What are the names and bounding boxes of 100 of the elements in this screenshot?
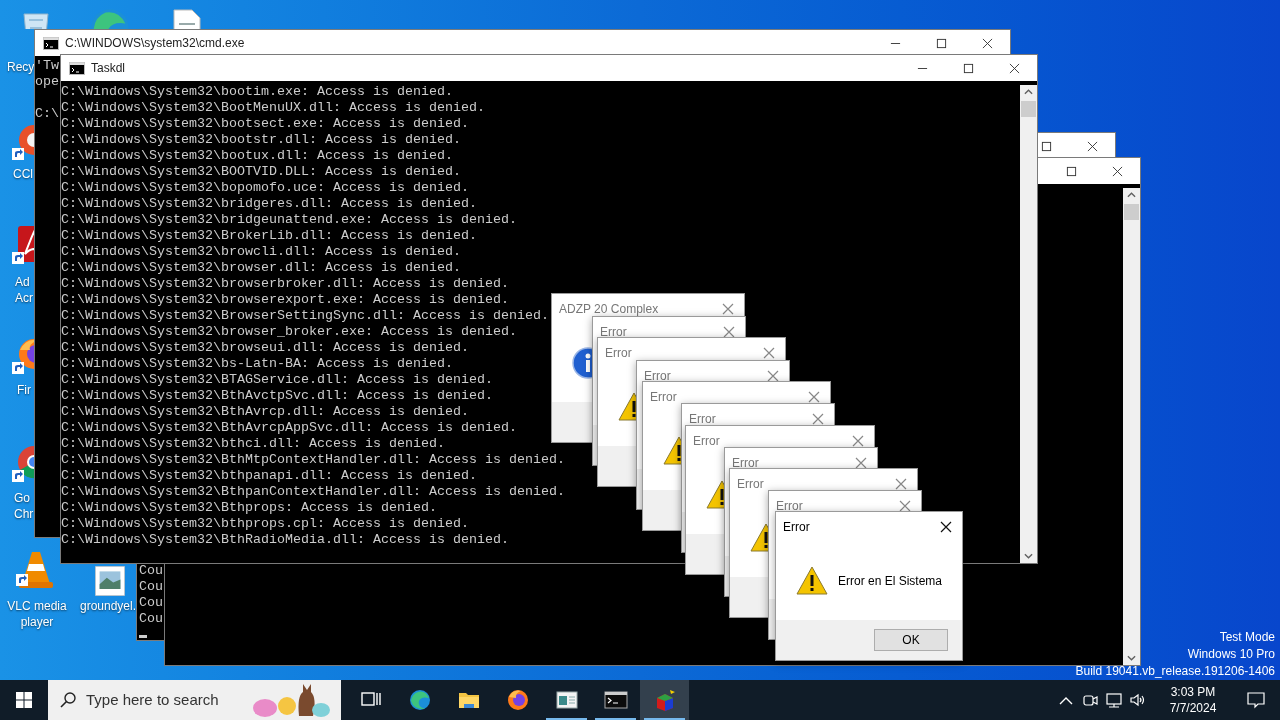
network-icon[interactable] (1104, 690, 1124, 710)
console-line: C:\Windows\System32\browseui.dll: Access is denied. (61, 340, 470, 356)
console-icon (69, 61, 85, 75)
console-line: C:\Windows\System32\browser_broker.exe: Access is denied. (61, 324, 518, 340)
icon-label: Ad (15, 274, 30, 290)
dialog-title: Error (737, 476, 764, 493)
search-placeholder: Type here to search (86, 689, 219, 710)
console-line: C:\Windows\System32\bthprops.cpl: Access is denied. (61, 516, 470, 532)
console-icon (603, 688, 628, 712)
window-title: C:\WINDOWS\system32\cmd.exe (65, 35, 245, 52)
console-line: C:\Windows\System32\bootsect.exe: Access is denied. (61, 116, 470, 132)
dialog-title: Error (650, 389, 677, 406)
console-prompt: C:\ (35, 106, 59, 122)
console-line: C:\Windows\System32\bridgeres.dll: Access is denied. (61, 196, 478, 212)
notifications-icon[interactable] (1246, 690, 1266, 710)
windows-start-icon[interactable] (16, 692, 32, 708)
console-line: C:\Windows\System32\bopomofo.uce: Access is denied. (61, 180, 470, 196)
console-line: C:\Windows\System32\BthMtpContextHandler.dll: Access is denied. (61, 452, 565, 468)
maximize-icon[interactable] (1040, 140, 1052, 152)
warning-icon (750, 522, 769, 554)
watermark-text: Build 19041.vb_release.191206-1406 (1075, 663, 1275, 680)
watermark-text: Test Mode (1219, 629, 1275, 646)
scroll-up-icon[interactable] (1127, 192, 1136, 198)
icon-label: Acr (15, 290, 33, 306)
console-line: C:\Windows\System32\browser.dll: Access is denied. (61, 260, 462, 276)
console-line: 'Tw (35, 58, 59, 74)
console-line: ope (35, 74, 59, 90)
search-icon (60, 692, 76, 708)
close-icon[interactable] (1008, 62, 1020, 74)
close-icon[interactable] (1086, 140, 1098, 152)
console-line: C:\Windows\System32\bthpanapi.dll: Access is denied. (61, 468, 478, 484)
icon-label: player (20, 614, 54, 630)
console-line: Cou (139, 579, 163, 595)
dialog-title: Error (732, 455, 759, 472)
console-line: C:\Windows\System32\BrowserSettingSync.dll: Access is denied. (61, 308, 550, 324)
dialog-title: Error (605, 345, 632, 362)
console-line: C:\Windows\System32\BOOTVID.DLL: Access is denied. (61, 164, 462, 180)
edge-icon (407, 688, 432, 712)
warning-icon (796, 565, 828, 597)
console-line: C:\Windows\System32\BthAvrcp.dll: Access is denied. (61, 404, 470, 420)
window-title: Taskdl (91, 60, 125, 77)
search-field[interactable]: Type here to search (48, 680, 341, 720)
maximize-icon[interactable] (1065, 165, 1077, 177)
scroll-thumb[interactable] (1124, 204, 1139, 220)
icon-label: Go (14, 490, 30, 506)
icon-label: Recy (7, 59, 35, 75)
dialog-message: Error en El Sistema (838, 573, 943, 590)
dialog-title: ADZP 20 Complex (559, 301, 659, 318)
console-line: C:\Windows\System32\bthci.dll: Access is denied. (61, 436, 446, 452)
firefox-icon (505, 688, 530, 712)
console-line: C:\Windows\System32\BootMenuUX.dll: Access is denied. (61, 100, 486, 116)
console-line: C:\Windows\System32\BthRadioMedia.dll: Access is denied. (61, 532, 510, 548)
console-line: C:\Windows\System32\BthAvrcpAppSvc.dll: Access is denied. (61, 420, 518, 436)
scroll-up-icon[interactable] (1024, 89, 1033, 95)
scrollbar[interactable] (1123, 188, 1140, 665)
icon-label: VLC media (7, 598, 67, 614)
watermark-text: Windows 10 Pro (1187, 646, 1275, 663)
icon-label: Chr (14, 506, 34, 522)
scroll-down-icon[interactable] (1127, 655, 1136, 661)
console-line: C:\Windows\System32\BthpanContextHandler.dll: Access is denied. (61, 484, 565, 500)
console-line: C:\Windows\System32\bootux.dll: Access is denied. (61, 148, 454, 164)
console-icon (43, 36, 59, 50)
icon-label: groundyel. (80, 598, 137, 614)
console-line: Cou (139, 595, 163, 611)
text-cursor (139, 635, 147, 638)
console-line: C:\Windows\System32\BrokerLib.dll: Access is denied. (61, 228, 478, 244)
scroll-thumb[interactable] (1021, 101, 1036, 117)
console-line: Cou (139, 563, 163, 579)
console-line: C:\Windows\System32\browserbroker.dll: Access is denied. (61, 276, 510, 292)
clock[interactable]: 3:03 PM 7/7/2024 (1154, 680, 1232, 720)
console-line: C:\Windows\System32\BTAGService.dll: Access is denied. (61, 372, 494, 388)
window-icon (554, 688, 579, 712)
maximize-icon[interactable] (962, 62, 974, 74)
dialog-title: Error (644, 368, 671, 385)
close-icon[interactable] (940, 521, 952, 533)
dialog-title: Error (600, 324, 627, 341)
icon-label: Fir (17, 382, 31, 398)
console-line: C:\Windows\System32\browserexport.exe: Access is denied. (61, 292, 510, 308)
console-line: C:\Windows\System32\browcli.dll: Access is denied. (61, 244, 462, 260)
scroll-down-icon[interactable] (1024, 553, 1033, 559)
scrollbar[interactable] (1020, 85, 1037, 563)
console-line: C:\Windows\System32\BthAvctpSvc.dll: Access is denied. (61, 388, 494, 404)
close-icon[interactable] (981, 37, 993, 49)
console-line: C:\Windows\System32\bs-Latn-BA: Access is denied. (61, 356, 454, 372)
icon-label: CCl (13, 166, 33, 182)
warning-icon (706, 479, 725, 511)
console-line: C:\Windows\System32\bootim.exe: Access is denied. (61, 84, 454, 100)
image-file-icon[interactable] (94, 565, 126, 597)
console-line: C:\Windows\System32\bootstr.dll: Access is denied. (61, 132, 462, 148)
dialog-title: Error (783, 519, 810, 536)
console-line: C:\Windows\System32\Bthprops: Access is denied. (61, 500, 438, 516)
warning-icon (663, 435, 682, 467)
console-line: C:\Windows\System32\bridgeunattend.exe: Access is denied. (61, 212, 518, 228)
warning-icon (618, 391, 637, 423)
maximize-icon[interactable] (935, 37, 947, 49)
dialog-title: Error (689, 411, 716, 428)
close-icon[interactable] (1111, 165, 1123, 177)
ok-button[interactable]: OK (874, 629, 948, 651)
dialog-title: Error (693, 433, 720, 450)
console-line: Cou (139, 611, 163, 627)
